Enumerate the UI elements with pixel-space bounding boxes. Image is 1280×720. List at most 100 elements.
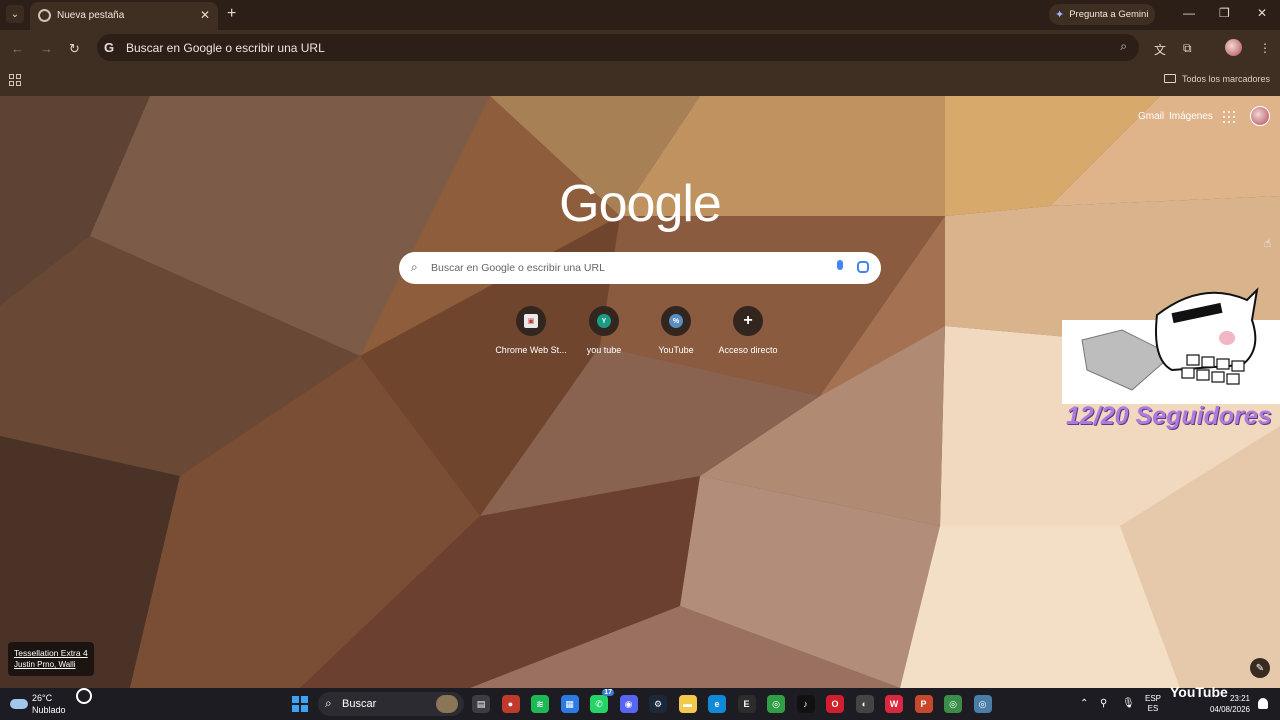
profile-avatar[interactable]	[1225, 39, 1242, 56]
chevron-down-icon: ⌄	[10, 8, 20, 20]
shortcut-label: YouTube	[658, 345, 694, 355]
notification-icon[interactable]	[1258, 698, 1268, 709]
new-tab-button[interactable]: +	[227, 5, 236, 23]
opera-icon[interactable]: O	[826, 695, 844, 713]
shortcut-label: Chrome Web St...	[495, 345, 567, 355]
mouse-cursor-icon: ☝	[1264, 236, 1272, 250]
tab-title: Nueva pestaña	[57, 10, 125, 21]
file-explorer-icon[interactable]: ▤	[472, 695, 490, 713]
ntp-search-box[interactable]: ⌕ Buscar en Google o escribir una URL	[399, 252, 881, 284]
search-icon: ⌕	[325, 696, 332, 710]
chrome-icon-3[interactable]: ◎	[973, 695, 992, 713]
google-apps-icon[interactable]	[1223, 111, 1235, 123]
close-window-button[interactable]: ✕	[1257, 6, 1267, 20]
tiktok-icon[interactable]: ♪	[796, 695, 815, 713]
store-icon[interactable]: ▦	[560, 695, 579, 713]
clock-icon	[76, 688, 92, 704]
images-link[interactable]: Imágenes	[1169, 111, 1213, 122]
voice-search-icon[interactable]	[837, 260, 843, 270]
shortcut-label: Acceso directo	[718, 345, 778, 355]
shortcut-you-tube[interactable]: Y you tube	[564, 306, 644, 355]
tab-bar: ⌄ Nueva pestaña ✕ + ✦ Pregunta a Gemini …	[0, 0, 1280, 30]
chevron-up-icon[interactable]: ⌃	[1080, 698, 1088, 709]
chrome-icon[interactable]: ◎	[767, 695, 785, 713]
chrome-icon-2[interactable]: ◎	[944, 695, 962, 713]
all-bookmarks-label: Todos los marcadores	[1181, 74, 1270, 84]
gemini-sparkle-icon: ✦	[1055, 9, 1065, 21]
zoom-icon[interactable]: ⌕	[1120, 39, 1127, 54]
followers-counter: 12/20 Seguidores	[1066, 402, 1272, 430]
pencil-icon: ✎	[1255, 662, 1265, 674]
folder-icon	[1163, 74, 1176, 83]
minimize-button[interactable]: —	[1183, 6, 1195, 20]
forward-button[interactable]: →	[40, 41, 53, 56]
wps-icon[interactable]: W	[885, 695, 903, 713]
extensions-icon[interactable]: ⧉	[1183, 41, 1192, 56]
google-logo: Google	[559, 175, 722, 233]
weather-condition: Nublado	[32, 705, 66, 715]
you-tube-site-icon: Y	[597, 314, 611, 328]
shortcut-label: you tube	[586, 345, 622, 355]
back-button[interactable]: ←	[11, 41, 24, 56]
browser-toolbar: ← → ↻ G Buscar en Google o escribir una …	[0, 30, 1280, 66]
search-icon: ⌕	[411, 260, 418, 274]
cloud-icon	[10, 699, 28, 709]
search-highlight-image	[436, 695, 458, 713]
clock[interactable]: 23:21 04/08/2026	[1208, 693, 1250, 715]
colorful-app-icon[interactable]: ●	[501, 695, 520, 713]
close-icon[interactable]: ✕	[200, 8, 210, 22]
gemini-label: Pregunta a Gemini	[1069, 9, 1149, 20]
youtube-site-icon: %	[669, 314, 683, 328]
address-bar-text: Buscar en Google o escribir una URL	[126, 41, 325, 55]
discord-icon[interactable]: ◉	[619, 695, 638, 713]
maximize-button[interactable]: ❐	[1219, 6, 1230, 20]
account-avatar[interactable]	[1250, 106, 1270, 126]
notification-badge: 17	[602, 689, 614, 696]
network-icon[interactable]: ⚲	[1100, 698, 1107, 709]
tab-nueva-pestana[interactable]: Nueva pestaña ✕	[30, 2, 218, 30]
chrome-web-store-icon: ▣	[524, 314, 538, 328]
gemini-button[interactable]: ✦ Pregunta a Gemini	[1049, 4, 1155, 25]
weather-temp: 26°C	[32, 693, 53, 703]
gmail-link[interactable]: Gmail	[1138, 111, 1164, 122]
translate-icon[interactable]: 文	[1154, 41, 1166, 58]
menu-icon[interactable]: ⋮	[1259, 41, 1271, 55]
credit-author: Justin Prno, Walli	[14, 660, 76, 669]
reload-button[interactable]: ↻	[69, 41, 80, 57]
customize-button[interactable]: ✎	[1250, 658, 1270, 678]
edge-icon[interactable]: e	[708, 695, 726, 713]
date: 04/08/2026	[1209, 705, 1250, 714]
bookmarks-bar: Todos los marcadores	[0, 66, 1280, 96]
epic-icon[interactable]: E	[737, 695, 756, 713]
whatsapp-icon[interactable]: ✆ 17	[590, 689, 614, 713]
tab-favicon-icon	[38, 9, 51, 22]
mic-icon[interactable]: 🎙	[1122, 698, 1135, 709]
google-g-icon: G	[104, 40, 115, 55]
shortcut-add[interactable]: + Acceso directo	[708, 306, 788, 355]
all-bookmarks-button[interactable]: Todos los marcadores	[1163, 74, 1270, 84]
taskbar-search-label: Buscar	[342, 698, 377, 710]
credit-title: Tessellation Extra 4	[14, 648, 88, 658]
background-credit[interactable]: Tessellation Extra 4 Justin Prno, Walli	[8, 642, 94, 676]
shortcut-youtube[interactable]: % YouTube	[636, 306, 716, 355]
search-placeholder: Buscar en Google o escribir una URL	[431, 262, 605, 274]
shortcut-chrome-web-store[interactable]: ▣ Chrome Web St...	[491, 306, 571, 355]
windows-taskbar: 26°C Nublado ⌕ Buscar ▤ ● ≋ ▦ ✆ 17 ◉ ⚙ ▬ e E ◎ ♪ O ◐ W P…	[0, 684, 1280, 720]
language-code: ESP	[1145, 694, 1162, 703]
plus-icon: +	[743, 312, 753, 329]
folder-icon[interactable]: ▬	[678, 695, 697, 713]
address-bar[interactable]: G Buscar en Google o escribir una URL ⌕	[97, 34, 1139, 61]
new-tab-page: Gmail Imágenes Google ⌕ Buscar en Google…	[0, 96, 1280, 688]
obs-icon[interactable]: ◐	[855, 695, 874, 713]
language-sub: ES	[1147, 704, 1159, 713]
powerpoint-icon[interactable]: P	[914, 695, 933, 713]
time: 23:21	[1229, 694, 1250, 703]
language-indicator[interactable]: ESP ES	[1145, 694, 1161, 714]
lens-icon[interactable]	[857, 261, 869, 273]
apps-grid-icon[interactable]	[9, 74, 21, 86]
windows-start-icon[interactable]	[292, 696, 308, 712]
tab-search-button[interactable]: ⌄	[6, 5, 24, 23]
steam-icon[interactable]: ⚙	[649, 695, 667, 713]
spotify-icon[interactable]: ≋	[531, 695, 549, 713]
taskbar-search[interactable]: ⌕ Buscar	[318, 692, 464, 716]
